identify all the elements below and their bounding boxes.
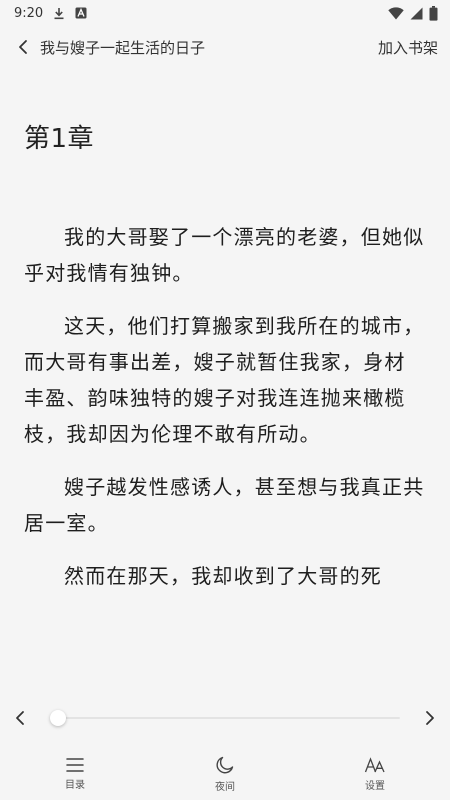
chapter-paragraph: 我的大哥娶了一个漂亮的老婆，但她似乎对我情有独钟。 xyxy=(24,225,425,285)
night-label: 夜间 xyxy=(215,782,235,793)
book-title: 我与嫂子一起生活的日子 xyxy=(40,38,206,57)
reader-toolbar: 目录 夜间 设置 xyxy=(0,752,450,796)
chevron-left-icon xyxy=(19,40,27,54)
chapter-paragraph: 然而在那天，我却收到了大哥的死 xyxy=(64,564,382,588)
download-icon xyxy=(53,7,65,20)
slider-track xyxy=(50,717,400,719)
add-to-shelf-button[interactable]: 加入书架 xyxy=(378,37,438,58)
battery-icon xyxy=(429,5,438,21)
chapter-progress-row xyxy=(0,704,450,732)
catalog-button[interactable]: 目录 xyxy=(30,757,120,791)
header-left: 我与嫂子一起生活的日子 xyxy=(10,32,205,62)
chapter-content: 第1章 我的大哥娶了一个漂亮的老婆，但她似乎对我情有独钟。 这天，他们打算搬家到… xyxy=(0,68,450,688)
catalog-label: 目录 xyxy=(65,780,85,791)
chevron-right-icon xyxy=(426,711,434,725)
prev-chapter-button[interactable] xyxy=(0,704,40,732)
wifi-icon xyxy=(388,6,404,20)
reader-screen: 9:20 我与嫂子一起生活的日子 加入书架 第1章 我的大哥娶了一个漂亮的老婆，… xyxy=(0,0,450,800)
progress-slider[interactable] xyxy=(50,704,400,732)
moon-icon xyxy=(216,756,234,774)
settings-label: 设置 xyxy=(365,781,385,792)
font-a-icon xyxy=(75,7,87,19)
chapter-title: 第1章 xyxy=(24,124,95,154)
slider-thumb[interactable] xyxy=(50,710,66,726)
settings-button[interactable]: 设置 xyxy=(330,756,420,792)
status-left: 9:20 xyxy=(14,6,87,21)
night-mode-button[interactable]: 夜间 xyxy=(180,755,270,793)
next-chapter-button[interactable] xyxy=(410,704,450,732)
status-bar: 9:20 xyxy=(0,0,450,26)
chapter-body: 我的大哥娶了一个漂亮的老婆，但她似乎对我情有独钟。 这天，他们打算搬家到我所在的… xyxy=(24,219,426,594)
signal-icon xyxy=(410,7,423,20)
chapter-paragraph: 嫂子越发性感诱人，甚至想与我真正共居一室。 xyxy=(24,475,425,535)
chapter-paragraph: 这天，他们打算搬家到我所在的城市，而大哥有事出差，嫂子就暂住我家，身材丰盈、韵味… xyxy=(24,314,425,446)
status-right xyxy=(388,5,438,21)
reader-bottom-panel: 目录 夜间 设置 xyxy=(0,688,450,800)
chevron-left-icon xyxy=(16,711,24,725)
menu-list-icon xyxy=(66,758,84,772)
status-time: 9:20 xyxy=(14,5,44,21)
back-button[interactable] xyxy=(10,32,36,62)
font-size-icon xyxy=(364,757,385,773)
reader-header: 我与嫂子一起生活的日子 加入书架 xyxy=(0,26,450,68)
